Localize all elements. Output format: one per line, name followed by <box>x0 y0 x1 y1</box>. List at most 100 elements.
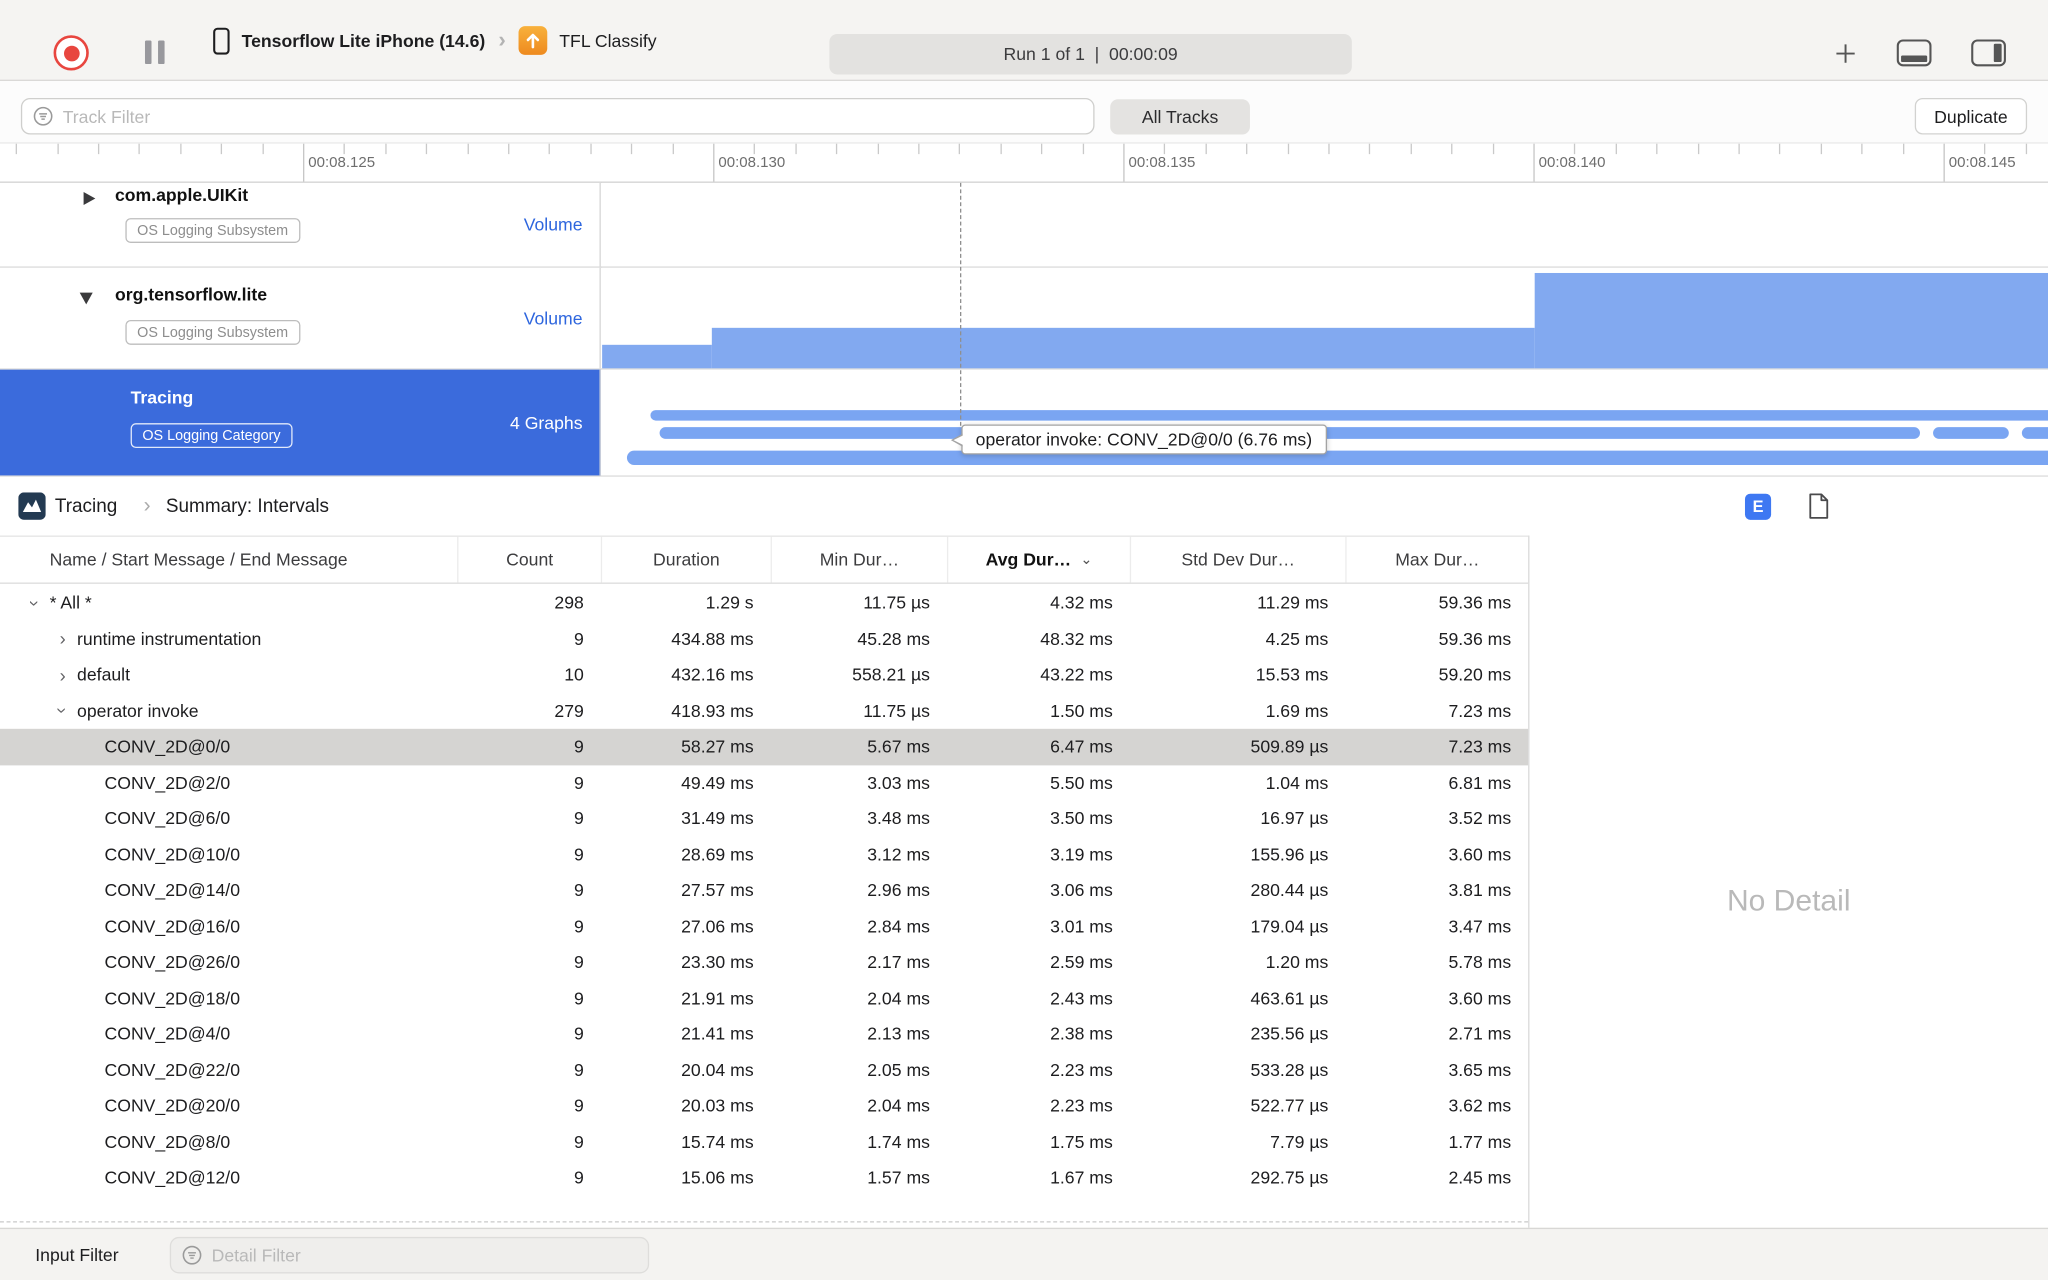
disclosure-collapsed-icon[interactable] <box>83 191 96 206</box>
row-value: 3.60 ms <box>1448 844 1512 865</box>
record-button[interactable] <box>53 35 89 71</box>
uikit-volume-graph[interactable] <box>602 182 2048 267</box>
disclosure-expanded-icon[interactable]: › <box>52 696 73 725</box>
table-row-runtime-instrumentation[interactable]: › runtime instrumentation 9 434.88 ms 45.28 … <box>0 621 1528 657</box>
volume-area-segment <box>1534 272 2048 369</box>
tracing-interval-bar[interactable] <box>626 450 2048 465</box>
row-value: 7.23 ms <box>1448 736 1512 757</box>
row-value: 20.03 ms <box>681 1096 754 1116</box>
ruler-tick <box>918 143 920 155</box>
table-row-conv-2d-2-0[interactable]: CONV_2D@2/0 9 49.49 ms 3.03 ms 5.50 ms 1.04 m… <box>0 765 1528 801</box>
row-value: 10 <box>564 665 584 685</box>
row-value: 5.50 ms <box>1050 772 1113 793</box>
track-name: Tracing <box>130 387 194 408</box>
disclosure-collapsed-icon[interactable]: › <box>48 664 77 685</box>
table-row-conv-2d-10-0[interactable]: CONV_2D@10/0 9 28.69 ms 3.12 ms 3.19 ms 155.9… <box>0 837 1528 873</box>
volume-graph-tensorflow[interactable] <box>602 267 2048 369</box>
row-value: 9 <box>574 844 584 865</box>
table-row-conv-2d-0-0[interactable]: CONV_2D@0/0 9 58.27 ms 5.67 ms 6.47 ms 509.89… <box>0 728 1529 765</box>
toggle-right-pane-button[interactable] <box>1971 39 2006 67</box>
column-header-label: Min Dur… <box>819 549 900 570</box>
table-row-conv-2d-12-0[interactable]: CONV_2D@12/0 9 15.06 ms 1.57 ms 1.67 ms 292.7… <box>0 1160 1528 1196</box>
device-selector[interactable]: Tensorflow Lite iPhone (14.6) › TFL Clas… <box>213 24 657 58</box>
tracing-interval-bar[interactable] <box>2021 427 2048 439</box>
all-tracks-button[interactable]: All Tracks <box>1110 99 1250 135</box>
row-name: CONV_2D@10/0 <box>104 844 240 865</box>
detail-filter-field[interactable] <box>169 1236 650 1274</box>
column-header-2[interactable]: Duration <box>600 536 771 583</box>
column-header-5[interactable]: Std Dev Dur… <box>1129 536 1346 583</box>
disclosure-expanded-icon[interactable]: › <box>25 589 46 618</box>
table-row-conv-2d-8-0[interactable]: CONV_2D@8/0 9 15.74 ms 1.74 ms 1.75 ms 7.79 µ… <box>0 1124 1528 1160</box>
table-row-operator-invoke[interactable]: › operator invoke 279 418.93 ms 11.75 µs 1.50… <box>0 693 1528 729</box>
table-row-conv-2d-22-0[interactable]: CONV_2D@22/0 9 20.04 ms 2.05 ms 2.23 ms 533.2… <box>0 1052 1528 1088</box>
table-row-conv-2d-26-0[interactable]: CONV_2D@26/0 9 23.30 ms 2.17 ms 2.59 ms 1.20 … <box>0 944 1528 980</box>
pause-button[interactable] <box>144 40 165 64</box>
detail-filter-input[interactable] <box>211 1245 638 1265</box>
row-name-cell: CONV_2D@18/0 <box>0 980 457 1016</box>
row-value: 3.81 ms <box>1448 880 1512 901</box>
row-value: 21.91 ms <box>681 988 754 1008</box>
row-value: 3.47 ms <box>1448 916 1512 937</box>
tracing-graph[interactable]: operator invoke: CONV_2D@0/0 (6.76 ms) <box>602 369 2048 476</box>
row-value: 179.04 µs <box>1250 916 1329 937</box>
table-row-default[interactable]: › default 10 432.16 ms 558.21 µs 43.22 ms 15.5… <box>0 657 1528 693</box>
ruler-tick <box>508 143 510 155</box>
run-status-text: Run 1 of 1 | 00:00:09 <box>1003 44 1178 64</box>
track-filter-field[interactable] <box>20 97 1095 135</box>
column-header-1[interactable]: Count <box>457 536 601 583</box>
ruler-tick <box>1943 143 1945 182</box>
duplicate-button[interactable]: Duplicate <box>1914 97 2028 135</box>
table-row-conv-2d-6-0[interactable]: CONV_2D@6/0 9 31.49 ms 3.48 ms 3.50 ms 16.97 … <box>0 801 1528 837</box>
row-value: 235.56 µs <box>1250 1024 1329 1044</box>
filter-icon <box>33 106 53 126</box>
row-value: 15.06 ms <box>681 1167 754 1188</box>
table-row-conv-2d-4-0[interactable]: CONV_2D@4/0 9 21.41 ms 2.13 ms 2.38 ms 235.56… <box>0 1016 1528 1052</box>
row-value: 27.57 ms <box>681 880 754 901</box>
row-value: 3.60 ms <box>1448 988 1512 1008</box>
table-row-conv-2d-14-0[interactable]: CONV_2D@14/0 9 27.57 ms 2.96 ms 3.06 ms 280.4… <box>0 872 1528 908</box>
row-name: CONV_2D@12/0 <box>104 1167 240 1188</box>
track-row-com-apple-uikit[interactable]: com.apple.UIKit OS Logging Subsystem Vol… <box>0 182 2048 268</box>
disclosure-expanded-icon[interactable] <box>79 292 93 305</box>
ruler-label: 00:08.125 <box>308 155 376 172</box>
toggle-bottom-pane-button[interactable] <box>1896 39 1932 67</box>
tracing-interval-bar[interactable] <box>1933 427 2009 439</box>
breadcrumb-page[interactable]: Summary: Intervals <box>166 496 329 517</box>
track-row-org-tensorflow-lite[interactable]: org.tensorflow.lite OS Logging Subsystem… <box>0 267 2048 370</box>
row-value: 7.79 µs <box>1270 1132 1329 1152</box>
table-row-all[interactable]: › * All * 298 1.29 s 11.75 µs 4.32 ms 11.29 ms… <box>0 585 1528 621</box>
expanded-detail-button[interactable]: E <box>1744 493 1772 520</box>
ruler-tick <box>1123 143 1125 182</box>
ruler-tick <box>877 143 879 155</box>
document-button[interactable] <box>1808 492 1830 519</box>
table-row-conv-2d-18-0[interactable]: CONV_2D@18/0 9 21.91 ms 2.04 ms 2.43 ms 463.6… <box>0 980 1528 1016</box>
breadcrumb-instrument[interactable]: Tracing <box>55 496 117 517</box>
column-header-6[interactable]: Max Dur… <box>1345 536 1528 583</box>
column-header-4[interactable]: Avg Dur… ⌄ <box>946 536 1130 583</box>
column-header-3[interactable]: Min Dur… <box>770 536 947 583</box>
row-name-cell: CONV_2D@16/0 <box>0 908 457 944</box>
ruler-tick <box>1328 143 1330 155</box>
track-filter-input[interactable] <box>62 106 1083 127</box>
row-value: 9 <box>574 952 584 973</box>
disclosure-collapsed-icon[interactable]: › <box>48 629 77 650</box>
bottom-pane-icon <box>1896 39 1932 67</box>
timeline-ruler[interactable]: 00:08.125 00:08.130 00:08.135 00:08.140 00:0… <box>0 143 2048 183</box>
column-header-label: Duration <box>653 549 720 570</box>
table-row-conv-2d-20-0[interactable]: CONV_2D@20/0 9 20.03 ms 2.04 ms 2.23 ms 522.7… <box>0 1088 1528 1124</box>
add-instrument-button[interactable] <box>1832 40 1858 66</box>
ruler-tick <box>1697 143 1699 155</box>
table-row-conv-2d-16-0[interactable]: CONV_2D@16/0 9 27.06 ms 2.84 ms 3.01 ms 179.0… <box>0 908 1528 944</box>
row-value: 3.12 ms <box>867 844 930 865</box>
row-name: default <box>77 665 131 685</box>
track-row-tracing-selected[interactable]: Tracing OS Logging Category 4 Graphs ope… <box>0 369 2048 477</box>
playhead-line[interactable] <box>959 182 962 426</box>
right-pane-icon <box>1971 39 2006 67</box>
tracing-interval-bar[interactable] <box>650 410 2048 421</box>
row-name-cell: › operator invoke <box>0 693 457 729</box>
row-value: 1.29 s <box>705 593 754 613</box>
row-value: 2.59 ms <box>1050 952 1113 973</box>
app-icon <box>518 26 548 55</box>
column-header-0[interactable]: Name / Start Message / End Message <box>0 537 457 583</box>
